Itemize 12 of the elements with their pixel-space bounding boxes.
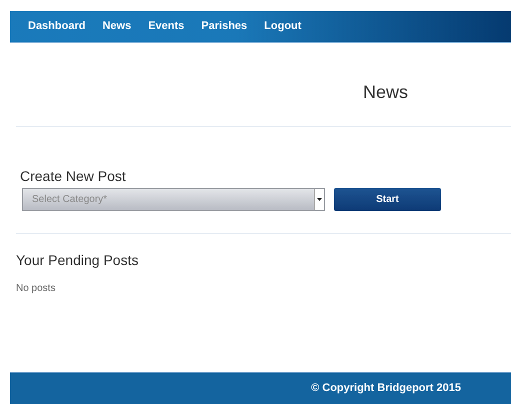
nav-link[interactable]: Parishes — [201, 18, 248, 35]
nav-link[interactable]: Events — [148, 18, 184, 35]
section-heading: Your Pending Posts — [16, 251, 140, 269]
section-heading: Create New Post — [20, 167, 127, 185]
nav-link[interactable]: News — [102, 18, 132, 35]
nav-link[interactable]: Dashboard — [28, 18, 86, 35]
start-button[interactable]: Start — [334, 188, 441, 211]
copyright-text: © Copyright Bridgeport 2015 — [311, 381, 461, 396]
nav-link[interactable]: Logout — [264, 18, 302, 35]
dropdown-caret-icon — [317, 198, 322, 201]
page-title: News — [362, 80, 408, 104]
empty-message: No posts — [16, 282, 56, 296]
